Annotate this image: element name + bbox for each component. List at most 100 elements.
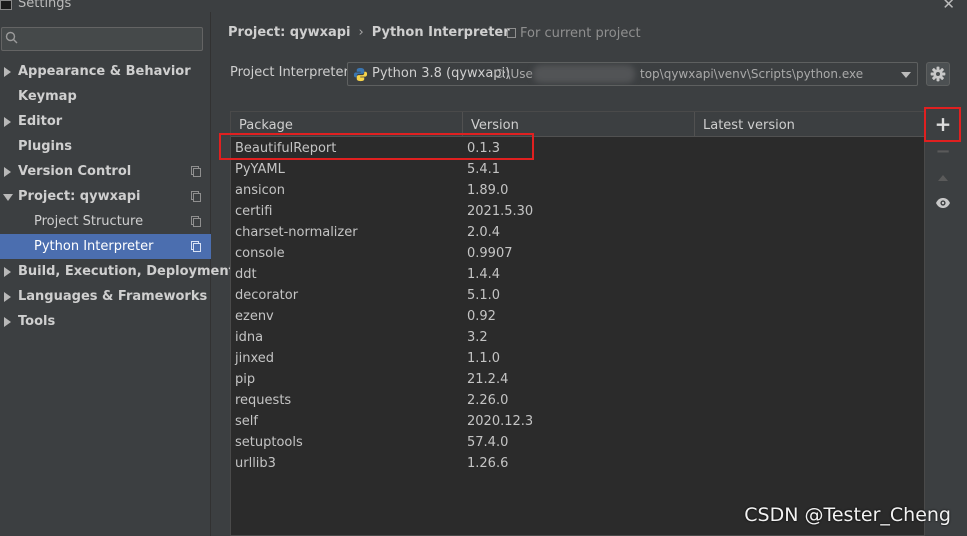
app-icon — [0, 0, 12, 10]
expand-arrow-right-icon[interactable] — [4, 67, 11, 77]
highlight-box-add — [924, 107, 961, 142]
sidebar-item-label: Languages & Frameworks — [18, 289, 208, 304]
chevron-down-icon[interactable] — [901, 72, 911, 78]
sidebar-item-editor[interactable]: Editor — [0, 109, 211, 134]
cell-version: 1.89.0 — [467, 183, 509, 198]
remove-package-button[interactable]: − — [926, 140, 960, 164]
sidebar-item-label: Version Control — [18, 164, 132, 179]
table-row[interactable]: setuptools 57.4.0 — [231, 432, 924, 453]
sidebar-item-project-qywxapi[interactable]: Project: qywxapi — [0, 184, 211, 209]
copy-icon — [191, 191, 201, 202]
cell-package: certifi — [235, 204, 273, 219]
expand-arrow-right-icon[interactable] — [4, 167, 11, 177]
table-row[interactable]: jinxed 1.1.0 — [231, 348, 924, 369]
table-row[interactable]: decorator 5.1.0 — [231, 285, 924, 306]
sidebar-item-label: Keymap — [18, 89, 77, 104]
copy-icon — [191, 241, 201, 252]
watermark: CSDN @Tester_Cheng — [744, 504, 951, 526]
expand-arrow-right-icon[interactable] — [4, 117, 11, 127]
cell-version: 1.4.4 — [467, 267, 501, 282]
redacted-path — [533, 65, 635, 83]
interpreter-settings-button[interactable] — [926, 62, 950, 86]
cell-package: PyYAML — [235, 162, 285, 177]
sidebar-item-plugins[interactable]: Plugins — [0, 134, 211, 159]
table-row[interactable]: urllib3 1.26.6 — [231, 453, 924, 474]
cell-version: 57.4.0 — [467, 435, 509, 450]
settings-tree: Appearance & Behavior Keymap Editor Plugins… — [0, 59, 235, 334]
table-row[interactable]: ansicon 1.89.0 — [231, 180, 924, 201]
column-header-latest[interactable]: Latest version — [695, 112, 924, 137]
cell-package: console — [235, 246, 285, 261]
upgrade-package-button[interactable] — [926, 166, 960, 190]
cell-version: 5.4.1 — [467, 162, 501, 177]
sidebar-item-keymap[interactable]: Keymap — [0, 84, 211, 109]
gear-icon — [930, 66, 946, 82]
interpreter-path-start: C:\Use — [494, 67, 533, 81]
expand-arrow-right-icon[interactable] — [4, 267, 11, 277]
scope-label: For current project — [520, 26, 641, 41]
table-row[interactable]: certifi 2021.5.30 — [231, 201, 924, 222]
search-icon — [5, 31, 18, 44]
minus-icon: − — [935, 141, 951, 162]
eye-icon — [936, 198, 950, 208]
cell-version: 3.2 — [467, 330, 488, 345]
cell-version: 1.26.6 — [467, 456, 509, 471]
sidebar-item-version-control[interactable]: Version Control — [0, 159, 211, 184]
table-row[interactable]: PyYAML 5.4.1 — [231, 159, 924, 180]
table-row[interactable]: pip 21.2.4 — [231, 369, 924, 390]
sidebar-item-python-interpreter[interactable]: Python Interpreter — [0, 234, 211, 259]
sidebar-item-project-structure[interactable]: Project Structure — [0, 209, 211, 234]
title-bar: Settings ✕ — [0, 0, 967, 13]
cell-version: 2.0.4 — [467, 225, 501, 240]
expand-arrow-right-icon[interactable] — [4, 317, 11, 327]
cell-package: self — [235, 414, 258, 429]
show-early-releases-button[interactable] — [926, 192, 960, 216]
cell-version: 2020.12.3 — [467, 414, 534, 429]
cell-package: pip — [235, 372, 256, 387]
cell-package: urllib3 — [235, 456, 276, 471]
table-row[interactable]: idna 3.2 — [231, 327, 924, 348]
interpreter-select[interactable]: Python 3.8 (qywxapi) C:\Use top\qywxapi\… — [347, 62, 918, 86]
table-row[interactable]: console 0.9907 — [231, 243, 924, 264]
window-title: Settings — [18, 0, 72, 11]
cell-package: decorator — [235, 288, 299, 303]
sidebar-item-label: Plugins — [18, 139, 72, 154]
packages-table: Package Version Latest version Beautiful… — [230, 111, 925, 536]
sidebar-item-languages-frameworks[interactable]: Languages & Frameworks — [0, 284, 211, 309]
expand-arrow-down-icon[interactable] — [3, 194, 13, 201]
sidebar-item-label: Project Structure — [34, 214, 144, 229]
table-row[interactable]: charset-normalizer 2.0.4 — [231, 222, 924, 243]
sidebar-item-label: Tools — [18, 314, 56, 329]
table-row[interactable]: ezenv 0.92 — [231, 306, 924, 327]
copy-icon — [507, 28, 516, 38]
copy-icon — [191, 166, 201, 177]
breadcrumb-separator: › — [358, 25, 364, 40]
cell-package: charset-normalizer — [235, 225, 358, 240]
table-row[interactable]: requests 2.26.0 — [231, 390, 924, 411]
table-body: BeautifulReport 0.1.3 PyYAML 5.4.1 ansicon 1.… — [231, 138, 924, 474]
sidebar-item-build-execution-deployment[interactable]: Build, Execution, Deployment — [0, 259, 235, 284]
breadcrumb: Project: qywxapi › Python Interpreter — [228, 25, 510, 40]
cell-version: 0.92 — [467, 309, 496, 324]
table-row[interactable]: ddt 1.4.4 — [231, 264, 924, 285]
cell-version: 2.26.0 — [467, 393, 509, 408]
table-row[interactable]: self 2020.12.3 — [231, 411, 924, 432]
interpreter-path-end: top\qywxapi\venv\Scripts\python.exe — [640, 67, 864, 81]
search-input[interactable] — [1, 27, 203, 51]
cell-version: 21.2.4 — [467, 372, 509, 387]
sidebar-item-label: Python Interpreter — [34, 239, 154, 254]
sidebar-item-label: Project: qywxapi — [18, 189, 141, 204]
cell-version: 0.9907 — [467, 246, 513, 261]
cell-package: idna — [235, 330, 264, 345]
sidebar-item-tools[interactable]: Tools — [0, 309, 211, 334]
cell-package: ezenv — [235, 309, 274, 324]
scope-hint: For current project — [507, 26, 641, 41]
cell-version: 2021.5.30 — [467, 204, 534, 219]
sidebar-item-appearance-behavior[interactable]: Appearance & Behavior — [0, 59, 211, 84]
package-toolbar: + − — [926, 108, 960, 536]
breadcrumb-project[interactable]: Project: qywxapi — [228, 25, 351, 40]
sidebar-item-label: Editor — [18, 114, 63, 129]
cell-version: 1.1.0 — [467, 351, 501, 366]
expand-arrow-right-icon[interactable] — [4, 292, 11, 302]
sidebar-item-label: Appearance & Behavior — [18, 64, 191, 79]
